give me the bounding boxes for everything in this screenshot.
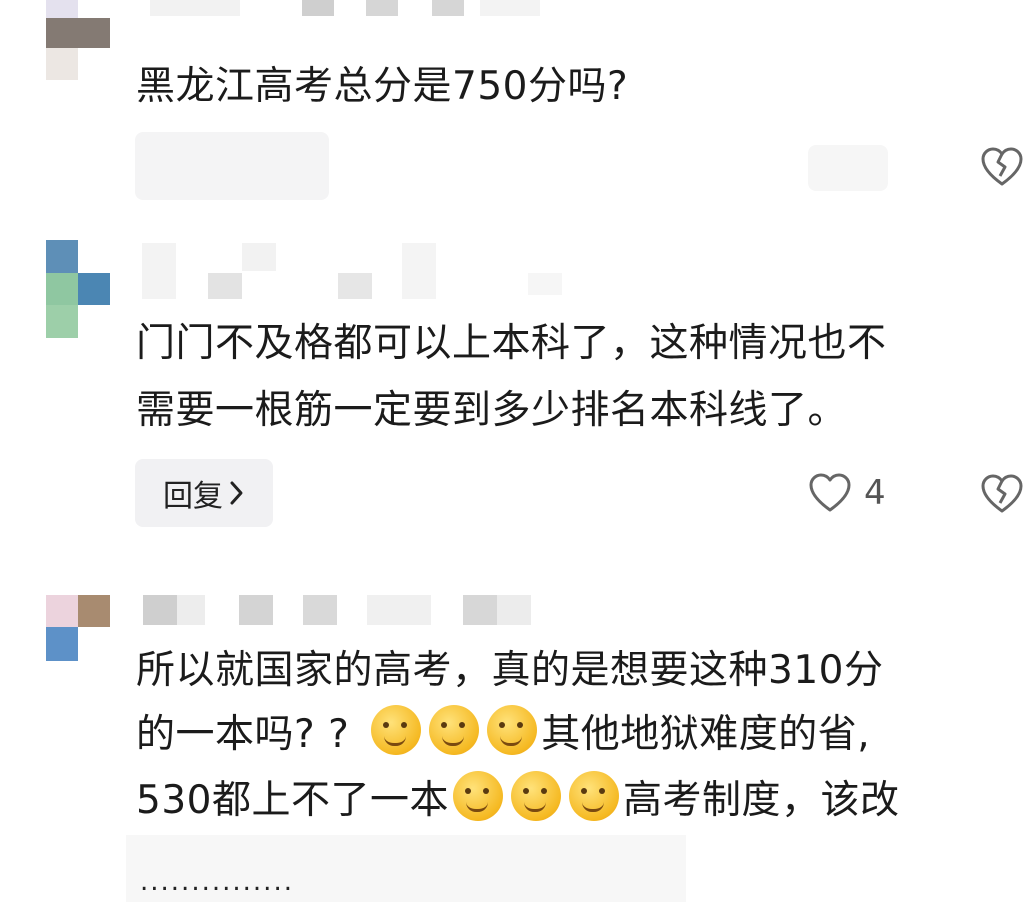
avatar[interactable] — [46, 0, 110, 82]
trailing-text: ............... — [140, 867, 294, 897]
comment-text-line-1: 门门不及格都可以上本科了，这种情况也不 — [136, 321, 887, 366]
text-segment: 其他地狱难度的省, — [541, 712, 871, 757]
reply-button[interactable]: 回复 — [135, 459, 273, 527]
username-blurred[interactable] — [150, 0, 540, 16]
like-count: 4 — [864, 473, 886, 513]
reply-button-blurred[interactable] — [135, 132, 329, 200]
comment-text-line-3: 530都上不了一本 高考制度，该改 — [136, 770, 899, 832]
comment-text-line-2: 的一本吗? ? 其他地狱难度的省, — [136, 704, 870, 766]
text-segment: 高考制度，该改 — [622, 778, 900, 823]
comment-1: 黑龙江高考总分是750分吗? — [0, 0, 1027, 225]
heart-icon — [808, 473, 852, 513]
text-segment: 530都上不了一本 — [136, 778, 449, 823]
username-blurred[interactable] — [143, 595, 533, 625]
avatar[interactable] — [46, 595, 110, 661]
chevron-right-icon — [229, 480, 245, 506]
like-button[interactable]: 4 — [808, 473, 886, 513]
smug-emoji-icon — [452, 771, 503, 821]
avatar[interactable] — [46, 240, 110, 338]
sleepy-emoji-icon — [429, 705, 480, 755]
smug-emoji-icon — [568, 771, 619, 821]
reply-label: 回复 — [163, 479, 223, 514]
comment-text-line-2: 需要一根筋一定要到多少排名本科线了。 — [136, 388, 848, 433]
comment-text: 黑龙江高考总分是750分吗? — [136, 64, 629, 109]
comment-text-line-1: 所以就国家的高考，真的是想要这种310分 — [136, 648, 884, 693]
like-area-blurred[interactable] — [808, 145, 888, 191]
comment-3: 所以就国家的高考，真的是想要这种310分 的一本吗? ? 其他地狱难度的省, 53… — [0, 565, 1027, 902]
sleepy-emoji-icon — [487, 705, 538, 755]
broken-heart-icon[interactable] — [980, 146, 1024, 188]
username-blurred[interactable] — [142, 243, 562, 299]
text-segment: 的一本吗? ? — [136, 712, 350, 757]
smug-emoji-icon — [510, 771, 561, 821]
sleepy-emoji-icon — [371, 705, 422, 755]
broken-heart-icon[interactable] — [980, 473, 1024, 515]
comment-2: 门门不及格都可以上本科了，这种情况也不 需要一根筋一定要到多少排名本科线了。 回… — [0, 225, 1027, 565]
